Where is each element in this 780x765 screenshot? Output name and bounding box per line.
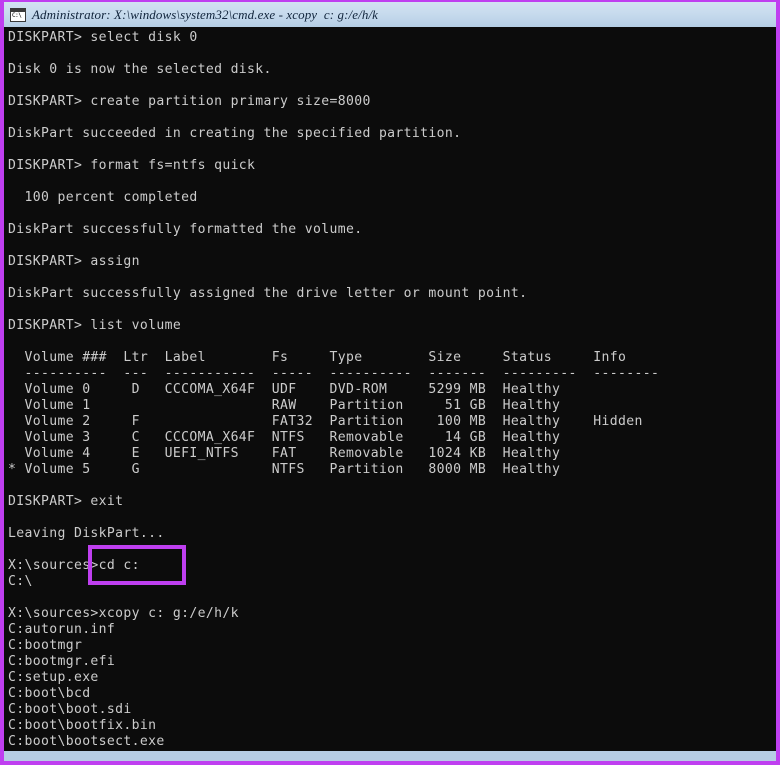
console-line: X:\sources>cd c: xyxy=(8,558,140,573)
console-line: C:boot\boot.sdi xyxy=(8,702,132,717)
console-line: DiskPart successfully formatted the volu… xyxy=(8,222,363,237)
console-text: DISKPART> select disk 0 Disk 0 is now the… xyxy=(8,30,776,750)
cmd-console-icon xyxy=(10,7,26,22)
console-line: C:boot\bootsect.exe xyxy=(8,734,165,749)
console-line: DISKPART> create partition primary size=… xyxy=(8,94,371,109)
console-line: DISKPART> format fs=ntfs quick xyxy=(8,158,256,173)
console-line: Volume 3 C CCCOMA_X64F NTFS Removable 14… xyxy=(8,430,561,445)
console-line: DiskPart successfully assigned the drive… xyxy=(8,286,528,301)
console-line: C:autorun.inf xyxy=(8,622,116,637)
console-line: Leaving DiskPart... xyxy=(8,526,165,541)
console-line: DISKPART> exit xyxy=(8,494,124,509)
console-line: Volume 1 RAW Partition 51 GB Healthy xyxy=(8,398,561,413)
console-line: C:boot\bcd xyxy=(8,686,91,701)
window-title: Administrator: X:\windows\system32\cmd.e… xyxy=(32,6,379,22)
console-line: C:\ xyxy=(8,574,33,589)
console-line: DISKPART> list volume xyxy=(8,318,182,333)
console-line: * Volume 5 G NTFS Partition 8000 MB Heal… xyxy=(8,462,561,477)
console-line: C:boot\bootfix.bin xyxy=(8,718,157,733)
console-line: ---------- --- ----------- ----- -------… xyxy=(8,366,660,381)
console-output-area[interactable]: DISKPART> select disk 0 Disk 0 is now the… xyxy=(4,27,776,751)
console-line: X:\sources>xcopy c: g:/e/h/k xyxy=(8,606,239,621)
console-line: Volume 4 E UEFI_NTFS FAT Removable 1024 … xyxy=(8,446,561,461)
cmd-window: Administrator: X:\windows\system32\cmd.e… xyxy=(0,0,780,765)
console-line: C:bootmgr.efi xyxy=(8,654,116,669)
console-line: Volume 2 F FAT32 Partition 100 MB Health… xyxy=(8,414,643,429)
console-line: Disk 0 is now the selected disk. xyxy=(8,62,272,77)
console-line: DiskPart succeeded in creating the speci… xyxy=(8,126,462,141)
console-line: DISKPART> assign xyxy=(8,254,140,269)
window-titlebar[interactable]: Administrator: X:\windows\system32\cmd.e… xyxy=(4,2,776,27)
console-line: DISKPART> select disk 0 xyxy=(8,30,198,45)
console-line: Volume 0 D CCCOMA_X64F UDF DVD-ROM 5299 … xyxy=(8,382,561,397)
console-line: Volume ### Ltr Label Fs Type Size Status… xyxy=(8,350,627,365)
console-line: 100 percent completed xyxy=(8,190,198,205)
console-line: C:setup.exe xyxy=(8,670,99,685)
console-line: C:bootmgr xyxy=(8,638,83,653)
